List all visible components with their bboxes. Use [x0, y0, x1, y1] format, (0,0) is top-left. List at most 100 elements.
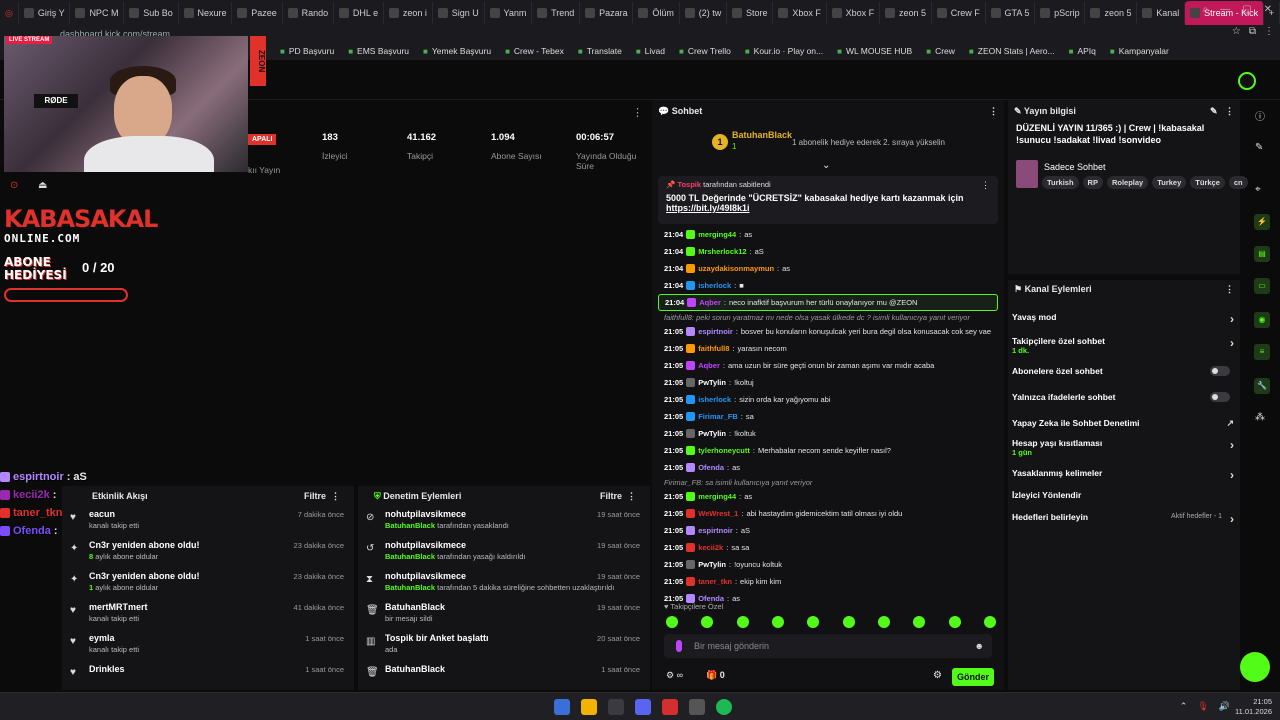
broadcast-icon[interactable]: ◉: [1254, 312, 1270, 328]
channel-action[interactable]: İzleyici Yönlendir: [1012, 490, 1234, 500]
tray-chevron-icon[interactable]: ⌃: [1180, 701, 1188, 712]
action-label[interactable]: Yavaş mod: [1012, 312, 1234, 322]
emote-icon[interactable]: [842, 616, 855, 628]
emote-icon[interactable]: [736, 616, 749, 628]
browser-tab[interactable]: Giriş Y: [19, 2, 71, 24]
message-username[interactable]: isherlock: [698, 395, 731, 404]
emote-icon[interactable]: [948, 616, 961, 628]
maximize-icon[interactable]: ▢: [1242, 4, 1251, 15]
browser-tab[interactable]: Sub Bo: [124, 2, 179, 24]
external-link-icon[interactable]: ↗: [1226, 418, 1234, 429]
browser-menu-icon[interactable]: ◎: [0, 2, 19, 24]
emote-icon[interactable]: [666, 616, 678, 628]
emote-icon[interactable]: [877, 616, 890, 628]
pinned-menu-icon[interactable]: ⋮: [981, 180, 990, 191]
browser-tab[interactable]: DHL e: [334, 2, 384, 24]
chevron-down-icon[interactable]: ⌄: [822, 160, 830, 171]
emote-icon[interactable]: [807, 616, 820, 628]
bookmark-item[interactable]: Yemek Başvuru: [423, 46, 491, 56]
moderation-actor[interactable]: BatuhanBlack: [385, 552, 435, 561]
activity-filter[interactable]: Filtre ⋮: [304, 491, 340, 502]
bookmark-item[interactable]: Livad: [636, 46, 665, 56]
message-username[interactable]: PwTylin: [698, 429, 726, 438]
chat-rail-icon[interactable]: ▭: [1254, 278, 1270, 294]
message-username[interactable]: espirtnoir: [698, 526, 733, 535]
chevron-right-icon[interactable]: ›: [1230, 336, 1234, 350]
channel-action[interactable]: Yapay Zeka ile Sohbet Denetimi ↗: [1012, 418, 1234, 428]
list-icon[interactable]: ≡: [1254, 344, 1270, 360]
stream-tag[interactable]: Türkçe: [1190, 176, 1225, 189]
action-label[interactable]: Abonelere özel sohbet: [1012, 366, 1234, 376]
browser-tab[interactable]: Xbox F: [773, 2, 827, 24]
stats-menu-icon[interactable]: ⋮: [632, 106, 643, 119]
edit-rail-icon[interactable]: ✎: [1255, 142, 1263, 153]
close-icon[interactable]: ✕: [1264, 4, 1272, 15]
record-icon[interactable]: ⊙: [10, 180, 18, 191]
channel-action[interactable]: Yalnızca ifadelerle sohbet: [1012, 392, 1234, 402]
emote-icon[interactable]: [913, 616, 926, 628]
browser-tab[interactable]: Store: [727, 2, 774, 24]
stream-tag[interactable]: Turkish: [1042, 176, 1079, 189]
chevron-right-icon[interactable]: ›: [1230, 312, 1234, 326]
channel-action[interactable]: Yavaş mod ›: [1012, 312, 1234, 326]
bookmark-item[interactable]: Crew: [926, 46, 955, 56]
wrench-icon[interactable]: 🔧: [1254, 378, 1270, 394]
browser-tab[interactable]: Kanal: [1137, 2, 1186, 24]
action-label[interactable]: Hesap yaşı kısıtlaması: [1012, 438, 1234, 448]
message-username[interactable]: PwTylin: [698, 560, 726, 569]
bookmark-icon[interactable]: ☆: [1232, 26, 1241, 37]
browser-tab[interactable]: Sign U: [433, 2, 485, 24]
browser-tab[interactable]: Xbox F: [827, 2, 880, 24]
action-label[interactable]: İzleyici Yönlendir: [1012, 490, 1234, 500]
bookmark-item[interactable]: PD Başvuru: [280, 46, 334, 56]
category-name[interactable]: Sadece Sohbet: [1044, 162, 1106, 172]
browser-tab[interactable]: zeon 5: [1085, 2, 1138, 24]
send-button[interactable]: Gönder: [952, 668, 994, 686]
message-username[interactable]: Aqber: [698, 361, 720, 370]
bookmark-item[interactable]: EMS Başvuru: [348, 46, 409, 56]
browser-tab[interactable]: Crew F: [932, 2, 986, 24]
stream-tag[interactable]: Turkey: [1152, 176, 1187, 189]
channel-action[interactable]: Takipçilere özel sohbet 1 dk. ›: [1012, 336, 1234, 355]
browser-tab[interactable]: pScrip: [1035, 2, 1086, 24]
gift-icon[interactable]: 🎁 0: [706, 670, 725, 681]
message-username[interactable]: Mrsherlock12: [698, 247, 746, 256]
moderation-actor[interactable]: BatuhanBlack: [385, 521, 435, 530]
input-placeholder[interactable]: Bir mesaj gönderin: [694, 641, 769, 651]
bookmark-item[interactable]: ZEON Stats | Aero...: [969, 46, 1055, 56]
obs-icon[interactable]: [689, 699, 705, 715]
message-username[interactable]: isherlock: [698, 281, 731, 290]
discord-icon[interactable]: [635, 699, 651, 715]
action-label[interactable]: Takipçilere özel sohbet: [1012, 336, 1234, 346]
stream-tag[interactable]: Roleplay: [1106, 176, 1149, 189]
mic-icon[interactable]: [676, 640, 682, 652]
bookmark-item[interactable]: APIq: [1069, 46, 1095, 56]
action-label[interactable]: Yalnızca ifadelerle sohbet: [1012, 392, 1234, 402]
bookmark-item[interactable]: Translate: [578, 46, 622, 56]
minimize-icon[interactable]: —: [1220, 4, 1230, 15]
chevron-right-icon[interactable]: ›: [1230, 438, 1234, 452]
pinned-link[interactable]: https://bit.ly/49I8k1i: [666, 203, 990, 213]
message-username[interactable]: espirtnoir: [698, 327, 733, 336]
bookmark-item[interactable]: Crew Trello: [679, 46, 731, 56]
mic-tray-icon[interactable]: 🎙: [1197, 701, 1208, 712]
message-username[interactable]: taner_tkn: [698, 577, 732, 586]
points-icon[interactable]: ⚙ ∞: [666, 670, 683, 681]
settings-gear-icon[interactable]: ⚙: [933, 670, 942, 681]
browser-tab[interactable]: Rando: [283, 2, 334, 24]
message-username[interactable]: merging44: [698, 230, 736, 239]
actions-menu-icon[interactable]: ⋮: [1225, 284, 1234, 295]
browser-tab[interactable]: Yanm: [485, 2, 533, 24]
message-username[interactable]: Aqber: [699, 298, 721, 307]
note-icon[interactable]: ▤: [1254, 246, 1270, 262]
gifter-name[interactable]: BatuhanBlack: [732, 130, 792, 140]
bolt-icon[interactable]: ⚡: [1254, 214, 1270, 230]
browser-tab[interactable]: NPC M: [70, 2, 125, 24]
bookmark-item[interactable]: Kour.io · Play on...: [745, 46, 823, 56]
bookmark-item[interactable]: Kampanyalar: [1110, 46, 1169, 56]
channel-action[interactable]: Hedefleri belirleyin › Aktif hedefler - 1: [1012, 512, 1234, 526]
emoji-icon[interactable]: ☻: [975, 634, 984, 658]
stream-tag[interactable]: RP: [1082, 176, 1103, 189]
settings-app-icon[interactable]: [608, 699, 624, 715]
windows-start-icon[interactable]: [554, 699, 570, 715]
